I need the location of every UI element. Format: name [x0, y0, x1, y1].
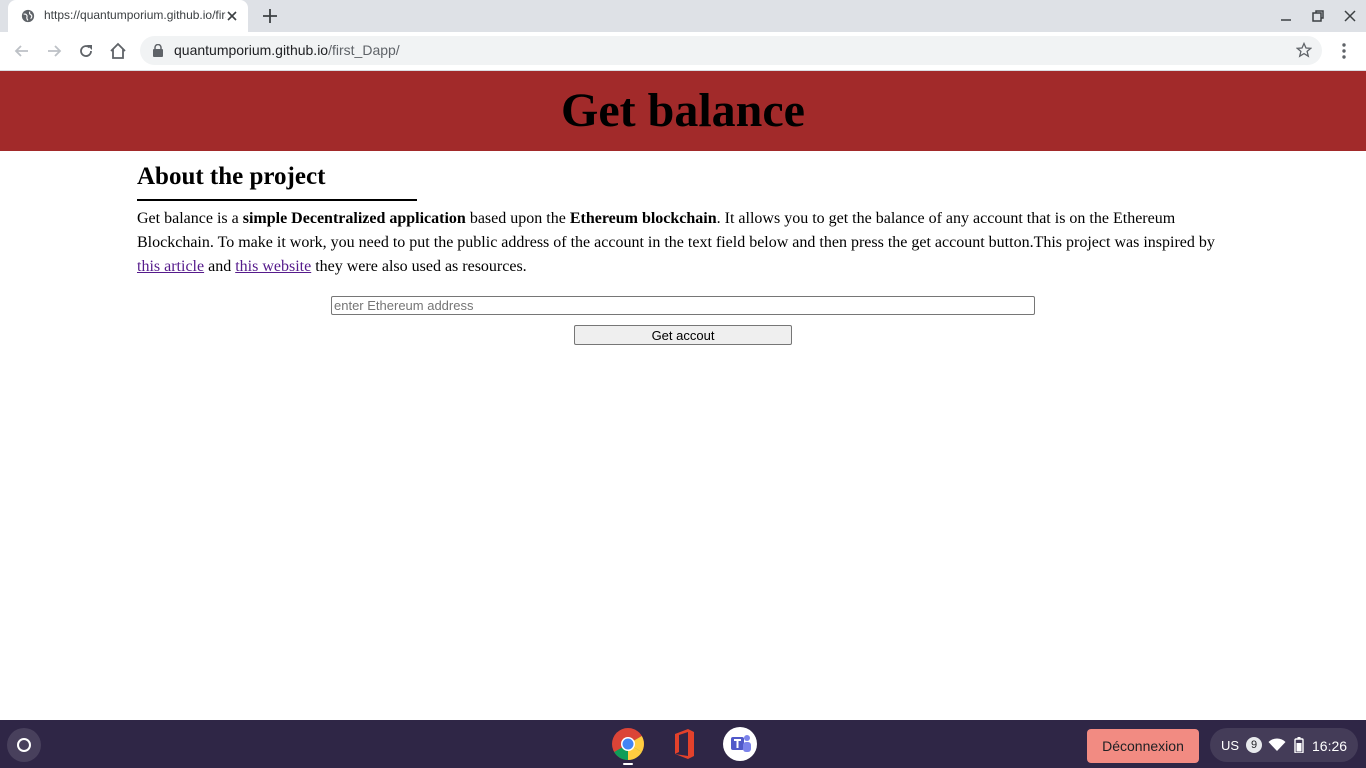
description-text: and: [204, 258, 236, 275]
address-bar[interactable]: quantumporium.github.io/first_Dapp/: [140, 36, 1322, 65]
url-text: quantumporium.github.io/first_Dapp/: [174, 42, 400, 58]
active-app-indicator: [623, 763, 633, 765]
back-icon[interactable]: [12, 41, 32, 61]
browser-tab[interactable]: https://quantumporium.github.io/first_Da…: [8, 0, 248, 32]
description-text: they were also used as resources.: [311, 258, 527, 275]
battery-icon: [1294, 737, 1304, 753]
new-tab-icon[interactable]: [260, 6, 280, 26]
description-text: Get balance is a: [137, 210, 243, 227]
section-title: About the project: [137, 161, 418, 201]
get-account-button[interactable]: Get accout: [574, 325, 792, 345]
os-shelf: Déconnexion US 9 16:26: [0, 720, 1366, 768]
description-bold: simple Decentralized application: [242, 210, 466, 227]
lock-icon[interactable]: [152, 44, 164, 57]
wifi-icon: [1268, 738, 1286, 751]
system-tray[interactable]: US 9 16:26: [1210, 728, 1358, 762]
ethereum-address-input[interactable]: [331, 296, 1035, 315]
launcher-button[interactable]: [7, 728, 41, 762]
teams-icon[interactable]: [723, 727, 757, 761]
close-tab-icon[interactable]: [224, 8, 240, 24]
header-banner: Get balance: [0, 71, 1366, 151]
about-section: About the project Get balance is a simpl…: [137, 161, 1229, 279]
office-icon[interactable]: [667, 727, 701, 761]
article-link[interactable]: this article: [137, 258, 204, 275]
keyboard-layout: US: [1221, 738, 1240, 753]
website-link[interactable]: this website: [235, 258, 311, 275]
tab-strip: https://quantumporium.github.io/first_Da…: [0, 0, 1366, 32]
notification-count-badge: 9: [1246, 737, 1262, 753]
reload-icon[interactable]: [76, 41, 96, 61]
description-text: based upon the: [465, 210, 570, 227]
description-bold: Ethereum blockchain: [569, 210, 717, 227]
url-path: /first_Dapp/: [328, 42, 400, 58]
more-menu-icon[interactable]: [1336, 41, 1352, 61]
url-host: quantumporium.github.io: [174, 42, 329, 58]
home-icon[interactable]: [108, 41, 128, 61]
globe-icon: [21, 9, 35, 23]
chrome-icon[interactable]: [611, 727, 645, 761]
restore-icon[interactable]: [1310, 8, 1326, 24]
tab-title: https://quantumporium.github.io/first_Da…: [44, 8, 226, 22]
forward-icon[interactable]: [44, 41, 64, 61]
close-window-icon[interactable]: [1342, 8, 1358, 24]
minimize-icon[interactable]: [1278, 8, 1294, 24]
browser-toolbar: quantumporium.github.io/first_Dapp/: [0, 32, 1366, 71]
page-title: Get balance: [561, 84, 805, 137]
bookmark-star-icon[interactable]: [1296, 42, 1312, 58]
logout-button[interactable]: Déconnexion: [1087, 729, 1199, 763]
clock: 16:26: [1312, 738, 1348, 754]
project-description: Get balance is a simple Decentralized ap…: [137, 207, 1229, 279]
launcher-circle-icon: [17, 738, 31, 752]
